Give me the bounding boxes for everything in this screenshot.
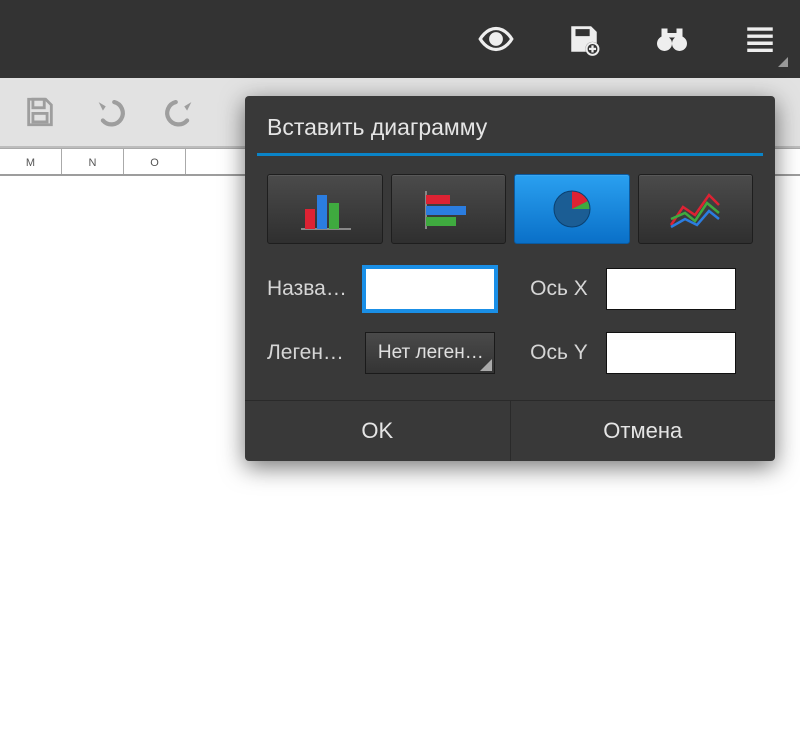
ok-button[interactable]: OK <box>245 401 510 461</box>
chart-type-bar[interactable] <box>267 174 383 244</box>
column-header[interactable]: N <box>62 149 124 174</box>
dialog-title: Вставить диаграмму <box>245 96 775 153</box>
chart-type-pie[interactable] <box>514 174 630 244</box>
chart-type-line[interactable] <box>638 174 754 244</box>
legend-select-value: Нет леген… <box>378 342 484 364</box>
app-topbar <box>0 0 800 78</box>
redo-icon[interactable] <box>160 92 200 132</box>
save-icon[interactable] <box>564 19 604 59</box>
insert-chart-dialog: Вставить диаграмму <box>245 96 775 461</box>
dialog-buttons: OK Отмена <box>245 400 775 461</box>
eye-icon[interactable] <box>476 19 516 59</box>
axisy-label: Ось Y <box>530 341 588 365</box>
legend-label: Леген… <box>267 341 347 365</box>
column-header[interactable]: M <box>0 149 62 174</box>
axisx-label: Ось X <box>530 277 588 301</box>
chart-type-hbar[interactable] <box>391 174 507 244</box>
axisx-input[interactable] <box>606 268 736 310</box>
axisy-input[interactable] <box>606 332 736 374</box>
cancel-button[interactable]: Отмена <box>510 401 776 461</box>
chart-name-input[interactable] <box>365 268 495 310</box>
column-header[interactable]: O <box>124 149 186 174</box>
chart-type-selector <box>245 174 775 262</box>
menu-icon[interactable] <box>740 19 780 59</box>
dialog-separator <box>257 153 763 156</box>
undo-icon[interactable] <box>90 92 130 132</box>
binoculars-icon[interactable] <box>652 19 692 59</box>
name-label: Назва… <box>267 277 347 301</box>
legend-select[interactable]: Нет леген… <box>365 332 495 374</box>
chart-form: Назва… Ось X Леген… Нет леген… Ось Y <box>245 262 775 400</box>
save-file-icon[interactable] <box>20 92 60 132</box>
